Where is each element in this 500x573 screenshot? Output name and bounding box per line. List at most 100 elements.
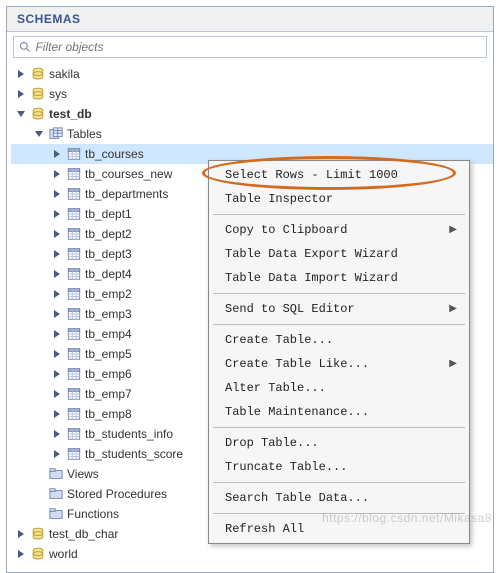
table-icon [66,426,82,442]
expand-caret[interactable] [51,368,63,380]
menu-item-select-rows-limit-1000[interactable]: Select Rows - Limit 1000 [209,163,469,187]
expand-caret[interactable] [51,388,63,400]
node-label: test_db_char [49,527,118,541]
menu-item-table-data-export-wizard[interactable]: Table Data Export Wizard [209,242,469,266]
node-label: tb_emp7 [85,387,132,401]
schema-sakila[interactable]: sakila [11,64,493,84]
folder-tables[interactable]: Tables [11,124,493,144]
expand-caret[interactable] [33,468,45,480]
menu-item-label: Search Table Data... [225,491,369,505]
node-label: tb_courses_new [85,167,172,181]
expand-caret[interactable] [51,348,63,360]
node-label: tb_dept1 [85,207,132,221]
table-icon [66,366,82,382]
expand-caret[interactable] [51,168,63,180]
menu-item-search-table-data-[interactable]: Search Table Data... [209,486,469,510]
menu-separator [213,482,465,483]
menu-item-table-inspector[interactable]: Table Inspector [209,187,469,211]
node-label: tb_dept2 [85,227,132,241]
node-label: tb_students_score [85,447,183,461]
menu-item-label: Send to SQL Editor [225,302,355,316]
folder-tables-icon [48,126,64,142]
expand-caret[interactable] [51,208,63,220]
menu-item-label: Copy to Clipboard [225,223,347,237]
table-icon [66,386,82,402]
node-label: Stored Procedures [67,487,167,501]
node-label: tb_emp8 [85,407,132,421]
panel-title: SCHEMAS [7,7,493,32]
expand-caret[interactable] [51,408,63,420]
expand-caret[interactable] [15,528,27,540]
expand-caret[interactable] [51,288,63,300]
expand-caret[interactable] [51,268,63,280]
menu-item-alter-table-[interactable]: Alter Table... [209,376,469,400]
menu-item-table-data-import-wizard[interactable]: Table Data Import Wizard [209,266,469,290]
submenu-arrow-icon: ▶ [449,224,457,236]
menu-item-create-table-like-[interactable]: Create Table Like... ▶ [209,352,469,376]
schema-sys[interactable]: sys [11,84,493,104]
expand-caret[interactable] [15,108,27,120]
menu-item-label: Table Data Export Wizard [225,247,398,261]
schema-world[interactable]: world [11,544,493,564]
expand-caret[interactable] [51,228,63,240]
expand-caret[interactable] [51,428,63,440]
expand-caret[interactable] [15,88,27,100]
expand-caret[interactable] [33,488,45,500]
submenu-arrow-icon: ▶ [449,303,457,315]
menu-item-copy-to-clipboard[interactable]: Copy to Clipboard ▶ [209,218,469,242]
menu-item-label: Table Maintenance... [225,405,369,419]
menu-separator [213,513,465,514]
expand-caret[interactable] [51,308,63,320]
table-icon [66,446,82,462]
database-icon [30,86,46,102]
menu-item-label: Table Inspector [225,192,333,206]
menu-item-label: Refresh All [225,522,304,536]
expand-caret[interactable] [51,248,63,260]
menu-item-drop-table-[interactable]: Drop Table... [209,431,469,455]
menu-item-label: Drop Table... [225,436,319,450]
expand-caret[interactable] [15,68,27,80]
node-label: tb_emp2 [85,287,132,301]
table-icon [66,326,82,342]
expand-caret[interactable] [51,188,63,200]
menu-item-refresh-all[interactable]: Refresh All [209,517,469,541]
table-context-menu: Select Rows - Limit 1000 Table Inspector C… [208,160,470,544]
schema-test_db[interactable]: test_db [11,104,493,124]
node-label: world [49,547,78,561]
node-label: sys [49,87,67,101]
menu-separator [213,293,465,294]
database-icon [30,546,46,562]
node-label: tb_dept4 [85,267,132,281]
node-label: tb_dept3 [85,247,132,261]
menu-item-create-table-[interactable]: Create Table... [209,328,469,352]
expand-caret[interactable] [51,148,63,160]
folder-views-icon [48,466,64,482]
node-label: tb_emp6 [85,367,132,381]
folder-funcs-icon [48,506,64,522]
database-icon [30,66,46,82]
expand-caret[interactable] [33,128,45,140]
table-icon [66,286,82,302]
menu-item-table-maintenance-[interactable]: Table Maintenance... [209,400,469,424]
database-icon [30,106,46,122]
expand-caret[interactable] [51,448,63,460]
expand-caret[interactable] [33,508,45,520]
filter-row [13,36,487,58]
menu-separator [213,214,465,215]
node-label: Tables [67,127,102,141]
menu-item-label: Table Data Import Wizard [225,271,398,285]
expand-caret[interactable] [51,328,63,340]
submenu-arrow-icon: ▶ [449,358,457,370]
menu-item-label: Alter Table... [225,381,326,395]
table-icon [66,306,82,322]
search-icon [18,40,31,54]
menu-item-label: Create Table Like... [225,357,369,371]
menu-item-label: Select Rows - Limit 1000 [225,168,398,182]
expand-caret[interactable] [15,548,27,560]
filter-input[interactable] [35,40,482,54]
menu-item-send-to-sql-editor[interactable]: Send to SQL Editor ▶ [209,297,469,321]
menu-item-truncate-table-[interactable]: Truncate Table... [209,455,469,479]
menu-item-label: Create Table... [225,333,333,347]
menu-separator [213,427,465,428]
node-label: tb_emp4 [85,327,132,341]
